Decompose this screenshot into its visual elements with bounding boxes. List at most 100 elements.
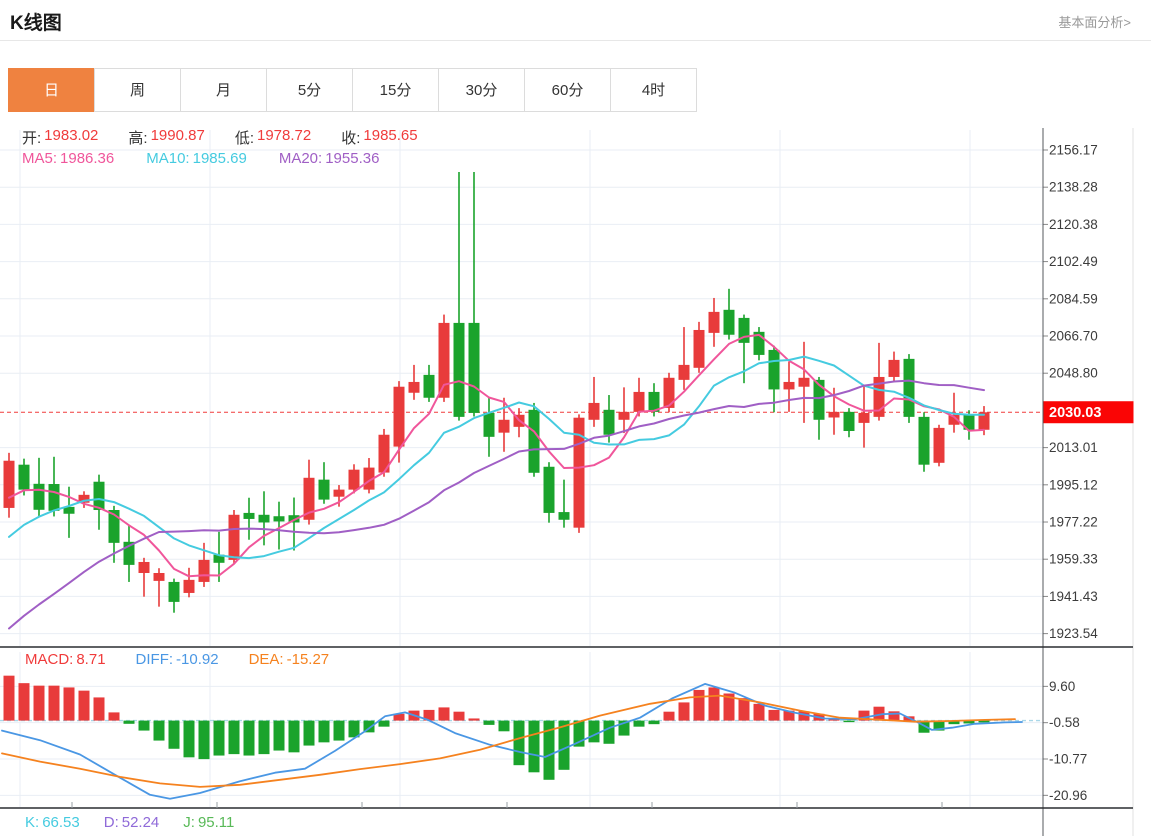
macd-bar xyxy=(528,720,540,773)
candle-body xyxy=(858,412,870,423)
macd-bar xyxy=(768,709,780,721)
candle-body xyxy=(543,466,555,513)
macd-bar xyxy=(753,703,765,721)
macd-bar xyxy=(453,711,465,721)
macd-bar xyxy=(348,720,360,738)
macd-axis-label: -20.96 xyxy=(1049,788,1087,803)
macd_info-label: DEA: xyxy=(248,651,284,668)
candle-body xyxy=(33,483,45,510)
tab-period-0[interactable]: 日 xyxy=(8,68,95,112)
tab-period-7[interactable]: 4时 xyxy=(610,68,697,112)
ma_info-label: MA10: xyxy=(146,150,190,167)
candle-body xyxy=(348,469,360,490)
candle-body xyxy=(483,412,495,437)
candle-body xyxy=(933,427,945,463)
y-axis-label: 2102.49 xyxy=(1049,254,1098,269)
ohlc_info-item: 开: 1983.02 xyxy=(22,127,98,148)
candle-body xyxy=(768,349,780,390)
candle-body xyxy=(558,512,570,520)
macd-bar xyxy=(288,720,300,753)
ma_info-item: MA20: 1955.36 xyxy=(279,150,380,167)
candle-body xyxy=(888,359,900,377)
candle-body xyxy=(903,358,915,417)
y-axis-label: 2048.80 xyxy=(1049,366,1098,381)
kdj_info-label: D: xyxy=(103,814,119,831)
ohlc_info-label: 高: xyxy=(128,130,148,147)
macd-bar xyxy=(198,720,210,760)
kdj_info-label: K: xyxy=(25,814,40,831)
macd-bar xyxy=(273,720,285,751)
macd-axis-label: -10.77 xyxy=(1049,752,1087,767)
candle-body xyxy=(528,409,540,473)
ohlc_info-item: 高: 1990.87 xyxy=(128,127,204,148)
candle-body xyxy=(273,516,285,522)
ohlc_info-label: 收: xyxy=(341,130,361,147)
y-axis-label: 2156.17 xyxy=(1049,143,1098,158)
y-axis-label: 2013.01 xyxy=(1049,440,1098,455)
tab-period-3[interactable]: 5分 xyxy=(266,68,353,112)
kdj_info-label: J: xyxy=(183,814,195,831)
tab-period-5[interactable]: 30分 xyxy=(438,68,525,112)
candle-body xyxy=(168,581,180,602)
candle-body xyxy=(228,514,240,560)
candle-body xyxy=(618,411,630,420)
macd-bar xyxy=(258,720,270,755)
kdj_info-value: 66.53 xyxy=(42,814,80,831)
candle-body xyxy=(633,391,645,412)
ma_info-label: MA5: xyxy=(22,150,58,167)
candle-body xyxy=(783,381,795,390)
macd-bar xyxy=(513,720,525,766)
candle-body xyxy=(603,409,615,435)
candle-body xyxy=(798,377,810,387)
macd-bar xyxy=(18,683,30,721)
candle-body xyxy=(723,309,735,335)
y-axis-label: 1923.54 xyxy=(1049,626,1098,641)
ma_info-item: MA10: 1985.69 xyxy=(146,150,247,167)
candle-body xyxy=(678,364,690,380)
y-axis-label: 2066.70 xyxy=(1049,328,1098,343)
macd-bar xyxy=(183,720,195,758)
macd-bar xyxy=(603,720,615,744)
candle-body xyxy=(18,464,30,490)
macd-bar xyxy=(468,718,480,721)
candle-body xyxy=(138,561,150,573)
ma_info-value: 1986.36 xyxy=(60,150,115,167)
ohlc_info-value: 1990.87 xyxy=(150,127,205,144)
tab-period-2[interactable]: 月 xyxy=(180,68,267,112)
y-axis-label: 1941.43 xyxy=(1049,589,1098,604)
candle-body xyxy=(468,322,480,413)
macd_info-label: MACD: xyxy=(25,651,74,668)
ma-info-row: MA5: 1986.36 MA10: 1985.69 MA20: 1955.36 xyxy=(22,150,379,167)
macd-bar xyxy=(48,685,60,721)
candle-body xyxy=(918,416,930,465)
macd-bar xyxy=(78,690,90,721)
ma_info-item: MA5: 1986.36 xyxy=(22,150,114,167)
ma_info-value: 1955.36 xyxy=(325,150,380,167)
candle-body xyxy=(843,411,855,432)
macd-bar xyxy=(693,689,705,721)
tab-period-6[interactable]: 60分 xyxy=(524,68,611,112)
kline-chart-svg: 2156.17 2138.28 2120.38 2102.49 2084.59 2066.… xyxy=(0,128,1134,836)
macd_info-value: -10.92 xyxy=(176,651,219,668)
candle-body xyxy=(258,514,270,523)
page-title: K线图 xyxy=(10,13,62,34)
candle-body xyxy=(408,381,420,393)
macd-bar xyxy=(243,720,255,756)
ohlc_info-value: 1978.72 xyxy=(256,127,312,144)
y-axis-label: 1995.12 xyxy=(1049,477,1098,492)
ma_info-value: 1985.69 xyxy=(192,150,247,167)
ohlc-info-row: 开: 1983.02 高: 1990.87 低: 1978.72 收: 1985.65 xyxy=(22,127,418,148)
chart-plot-area[interactable] xyxy=(0,130,1043,808)
macd-bar xyxy=(648,720,660,725)
candle-body xyxy=(198,559,210,582)
tab-period-1[interactable]: 周 xyxy=(94,68,181,112)
macd-bar xyxy=(678,702,690,721)
macd-bar xyxy=(108,712,120,721)
ohlc_info-value: 1983.02 xyxy=(44,127,99,144)
ohlc_info-item: 低: 1978.72 xyxy=(235,127,311,148)
y-axis-label: 2120.38 xyxy=(1049,217,1098,232)
macd-bar xyxy=(378,720,390,727)
candle-body xyxy=(393,386,405,447)
tab-period-4[interactable]: 15分 xyxy=(352,68,439,112)
fundamental-analysis-link[interactable]: 基本面分析> xyxy=(1058,12,1131,31)
